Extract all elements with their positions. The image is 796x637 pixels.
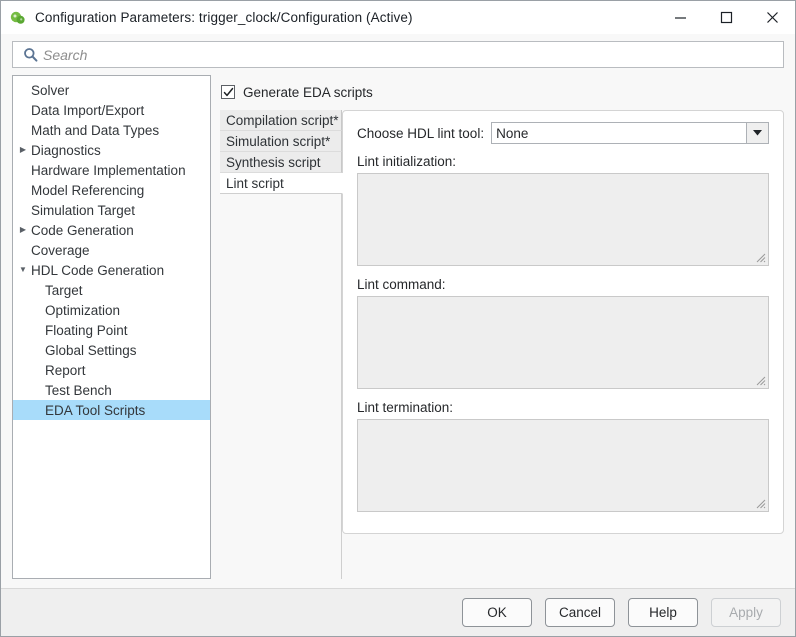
tree-item[interactable]: Hardware Implementation [13, 160, 210, 180]
configuration-parameters-window: Configuration Parameters: trigger_clock/… [0, 0, 796, 637]
lint-command-label: Lint command: [357, 277, 769, 292]
chevron-down-icon[interactable]: ▼ [16, 266, 30, 274]
tree-item-code-generation[interactable]: ▶ Code Generation [13, 220, 210, 240]
dialog-footer: OK Cancel Help Apply [1, 588, 795, 636]
tree-item[interactable]: Coverage [13, 240, 210, 260]
tab-compilation-script[interactable]: Compilation script* [220, 110, 342, 131]
tree-item[interactable]: Solver [13, 80, 210, 100]
tab-lint-script[interactable]: Lint script [220, 173, 343, 194]
tree-item-hdl-code-generation[interactable]: ▼ HDL Code Generation [13, 260, 210, 280]
tree-item-test-bench[interactable]: Test Bench [13, 380, 210, 400]
tree-item-label: Coverage [30, 243, 90, 258]
tree-item-label: Global Settings [44, 343, 137, 358]
maximize-icon [720, 11, 733, 24]
window-controls [657, 1, 795, 34]
lint-termination-label: Lint termination: [357, 400, 769, 415]
search-row [1, 34, 795, 75]
tree-item-target[interactable]: Target [13, 280, 210, 300]
tree-item-eda-tool-scripts[interactable]: EDA Tool Scripts [13, 400, 210, 420]
tree-item-label: EDA Tool Scripts [44, 403, 145, 418]
dialog-body: Solver Data Import/Export Math and Data … [1, 75, 795, 588]
close-button[interactable] [749, 1, 795, 34]
chevron-down-icon[interactable] [746, 123, 768, 143]
tree-item-diagnostics[interactable]: ▶ Diagnostics [13, 140, 210, 160]
lint-tool-row: Choose HDL lint tool: None [357, 122, 769, 144]
resize-grip-icon[interactable] [755, 252, 766, 263]
tree-item-label: Floating Point [44, 323, 128, 338]
tree-item-label: Model Referencing [30, 183, 144, 198]
tab-label: Simulation script* [226, 134, 330, 149]
chevron-right-icon[interactable]: ▶ [16, 226, 30, 234]
tree-item-label: HDL Code Generation [30, 263, 164, 278]
tree-item-label: Data Import/Export [30, 103, 144, 118]
lint-initialization-label: Lint initialization: [357, 154, 769, 169]
cancel-button[interactable]: Cancel [545, 598, 615, 627]
search-box[interactable] [12, 41, 784, 68]
tab-label: Synthesis script [226, 155, 321, 170]
lint-tool-label: Choose HDL lint tool: [357, 126, 484, 141]
tree-item-floating-point[interactable]: Floating Point [13, 320, 210, 340]
close-icon [766, 11, 779, 24]
minimize-icon [674, 11, 687, 24]
script-tab-strip[interactable]: Compilation script* Simulation script* S… [220, 110, 342, 579]
lint-tool-value: None [492, 123, 746, 143]
generate-eda-scripts-checkbox[interactable] [221, 85, 235, 99]
lint-script-panel: Choose HDL lint tool: None Lint initiali… [342, 110, 784, 534]
search-icon [19, 47, 41, 62]
help-button[interactable]: Help [628, 598, 698, 627]
title-bar: Configuration Parameters: trigger_clock/… [1, 1, 795, 34]
tree-item-label: Simulation Target [30, 203, 135, 218]
generate-eda-scripts-row[interactable]: Generate EDA scripts [220, 81, 784, 103]
tree-item-label: Optimization [44, 303, 120, 318]
maximize-button[interactable] [703, 1, 749, 34]
tab-label: Lint script [226, 176, 284, 191]
lint-initialization-textarea[interactable] [357, 173, 769, 266]
checkmark-icon [223, 87, 234, 98]
lint-command-textarea[interactable] [357, 296, 769, 389]
tree-item-label: Hardware Implementation [30, 163, 186, 178]
tree-item-report[interactable]: Report [13, 360, 210, 380]
lint-tool-dropdown[interactable]: None [491, 122, 769, 144]
tree-item[interactable]: Model Referencing [13, 180, 210, 200]
chevron-right-icon[interactable]: ▶ [16, 146, 30, 154]
tree-item-label: Code Generation [30, 223, 134, 238]
tab-simulation-script[interactable]: Simulation script* [220, 131, 342, 152]
lint-termination-textarea[interactable] [357, 419, 769, 512]
tree-item-label: Solver [30, 83, 69, 98]
simulink-icon [9, 9, 27, 27]
search-input[interactable] [41, 43, 783, 66]
tree-item-optimization[interactable]: Optimization [13, 300, 210, 320]
resize-grip-icon[interactable] [755, 375, 766, 386]
settings-pane: Generate EDA scripts Compilation script*… [220, 75, 784, 579]
script-tabs-region: Compilation script* Simulation script* S… [220, 110, 784, 579]
tab-strip-filler [220, 194, 342, 579]
tree-item-label: Diagnostics [30, 143, 101, 158]
resize-grip-icon[interactable] [755, 498, 766, 509]
window-title: Configuration Parameters: trigger_clock/… [35, 10, 413, 25]
tree-item[interactable]: Simulation Target [13, 200, 210, 220]
apply-button: Apply [711, 598, 781, 627]
tree-item[interactable]: Data Import/Export [13, 100, 210, 120]
tab-synthesis-script[interactable]: Synthesis script [220, 152, 342, 173]
tree-item-global-settings[interactable]: Global Settings [13, 340, 210, 360]
ok-button[interactable]: OK [462, 598, 532, 627]
generate-eda-scripts-label: Generate EDA scripts [243, 85, 373, 100]
tree-item[interactable]: Math and Data Types [13, 120, 210, 140]
tree-item-label: Test Bench [44, 383, 112, 398]
settings-tree[interactable]: Solver Data Import/Export Math and Data … [12, 75, 211, 579]
tree-item-label: Math and Data Types [30, 123, 159, 138]
tree-item-label: Target [44, 283, 83, 298]
tree-item-label: Report [44, 363, 86, 378]
minimize-button[interactable] [657, 1, 703, 34]
tab-label: Compilation script* [226, 113, 339, 128]
